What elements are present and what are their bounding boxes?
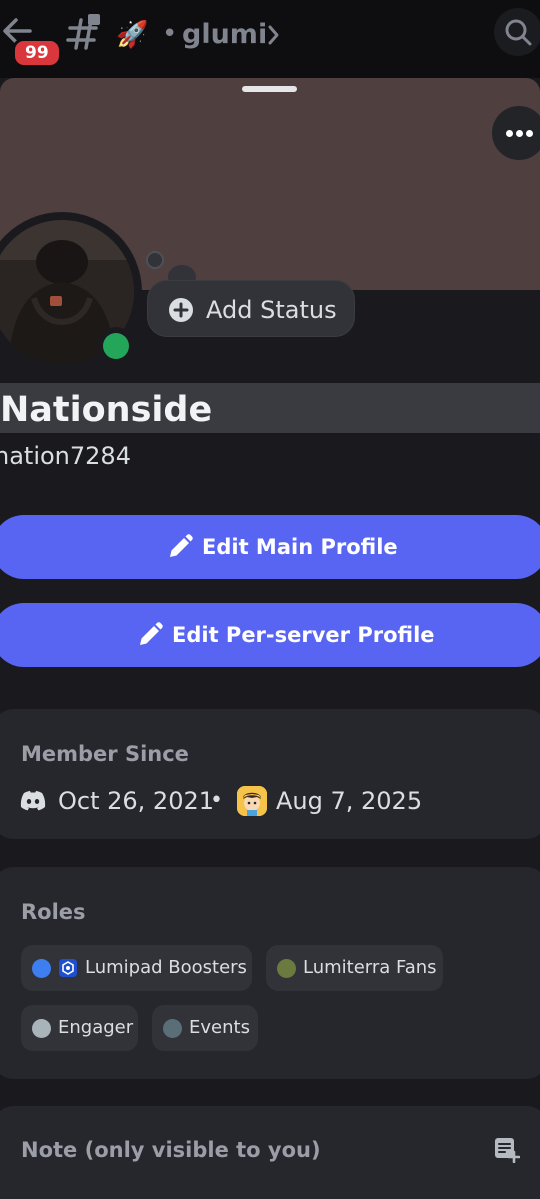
pencil-icon xyxy=(140,622,163,645)
search-icon xyxy=(505,19,532,46)
more-dot-icon xyxy=(526,130,533,137)
edit-main-profile-button[interactable]: Edit Main Profile xyxy=(0,515,540,579)
member-since-row: Oct 26, 2021 • Aug 7, 2025 xyxy=(20,784,520,818)
plus-circle-icon xyxy=(169,298,193,322)
date-separator: • xyxy=(210,788,223,813)
role-pill[interactable]: Lumiterra Fans xyxy=(266,945,443,991)
thought-bubble-dot xyxy=(146,251,164,269)
member-since-title: Member Since xyxy=(21,742,189,766)
discord-logo-icon xyxy=(20,791,46,811)
edit-per-server-profile-button[interactable]: Edit Per-server Profile xyxy=(0,603,540,667)
chevron-right-icon xyxy=(268,25,279,45)
role-label: Engager xyxy=(58,1017,134,1038)
channel-separator: • xyxy=(162,19,178,49)
edit-main-profile-label: Edit Main Profile xyxy=(202,535,398,559)
member-since-card: Member Since Oct 26, 2021 • Aug 7, 2025 xyxy=(0,709,540,839)
more-dot-icon xyxy=(506,130,513,137)
sheet-drag-handle[interactable] xyxy=(242,86,297,92)
server-icon xyxy=(237,786,267,816)
roles-card: Roles Lumipad Boosters Lumiterra Fans En… xyxy=(0,867,540,1079)
server-avatar-icon xyxy=(237,786,267,816)
username: nation7284 xyxy=(0,442,131,470)
server-join-date: Aug 7, 2025 xyxy=(276,787,423,815)
note-title: Note (only visible to you) xyxy=(21,1138,321,1162)
role-color-dot xyxy=(32,959,51,978)
role-icon xyxy=(59,959,77,977)
role-color-dot xyxy=(163,1019,182,1038)
more-dot-icon xyxy=(516,130,523,137)
online-status-indicator xyxy=(103,333,129,359)
note-card[interactable]: Note (only visible to you) xyxy=(0,1106,540,1199)
role-label: Lumiterra Fans xyxy=(303,957,437,978)
search-button[interactable] xyxy=(494,8,540,56)
role-color-dot xyxy=(32,1019,51,1038)
edit-per-server-profile-label: Edit Per-server Profile xyxy=(172,623,435,647)
roles-title: Roles xyxy=(21,900,86,924)
channel-hash-icon xyxy=(66,14,100,50)
add-note-icon[interactable] xyxy=(494,1137,520,1163)
more-options-button[interactable] xyxy=(492,106,540,160)
role-pill[interactable]: Lumipad Boosters xyxy=(21,945,252,991)
role-pill[interactable]: Engager xyxy=(21,1005,138,1051)
role-label: Lumipad Boosters xyxy=(85,957,247,978)
role-label: Events xyxy=(189,1017,250,1038)
unread-badge: 99 xyxy=(12,38,62,68)
pencil-icon xyxy=(170,534,193,557)
discord-join-date: Oct 26, 2021 xyxy=(58,787,214,815)
add-status-label: Add Status xyxy=(206,296,337,324)
add-status-button[interactable]: Add Status xyxy=(147,280,355,337)
display-name: Nationside xyxy=(0,390,213,430)
channel-emoji: 🚀 xyxy=(116,20,149,50)
role-color-dot xyxy=(277,959,296,978)
channel-header: 99 🚀 • glumi xyxy=(0,0,540,78)
role-pill[interactable]: Events xyxy=(152,1005,258,1051)
channel-name[interactable]: glumi xyxy=(182,16,267,54)
